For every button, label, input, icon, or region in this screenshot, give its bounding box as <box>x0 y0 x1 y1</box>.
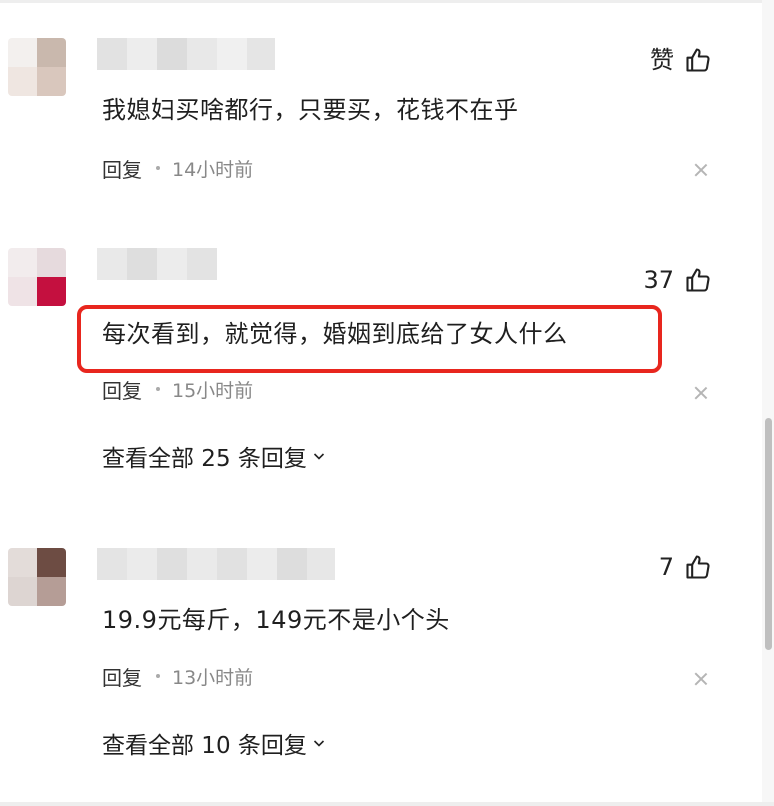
username-blurred[interactable] <box>97 248 217 280</box>
timestamp: 14小时前 <box>172 158 254 181</box>
separator-dot <box>156 674 160 678</box>
chevron-down-icon <box>313 740 324 747</box>
avatar[interactable] <box>8 548 66 606</box>
comment-meta: 回复 15小时前 <box>102 375 253 403</box>
thumbs-up-icon <box>686 48 710 72</box>
avatar[interactable] <box>8 248 66 306</box>
reply-button[interactable]: 回复 <box>102 154 142 183</box>
thumbs-up-icon <box>686 268 710 292</box>
view-all-replies-label: 查看全部 10 条回复 <box>102 733 307 759</box>
scrollbar-thumb[interactable] <box>765 418 772 650</box>
view-all-replies-button[interactable]: 查看全部 25 条回复 <box>102 439 325 473</box>
separator-dot <box>156 387 160 391</box>
like-button[interactable]: 7 <box>659 552 712 582</box>
view-all-replies-label: 查看全部 25 条回复 <box>102 446 307 472</box>
username-blurred[interactable] <box>97 548 335 580</box>
reply-button[interactable]: 回复 <box>102 375 142 404</box>
highlight-box <box>77 305 662 373</box>
like-count: 赞 <box>650 46 674 74</box>
view-all-replies-button[interactable]: 查看全部 10 条回复 <box>102 726 325 760</box>
comment-item: 赞 我媳妇买啥都行，只要买，花钱不在乎 回复 14小时前 <box>0 38 762 198</box>
comment-meta: 回复 14小时前 <box>102 154 253 182</box>
top-frame-line <box>0 0 774 3</box>
close-icon[interactable] <box>693 385 709 401</box>
like-count: 7 <box>658 553 674 581</box>
avatar[interactable] <box>8 38 66 96</box>
comment-text: 我媳妇买啥都行，只要买，花钱不在乎 <box>102 96 519 124</box>
like-button[interactable]: 37 <box>643 265 712 295</box>
close-icon[interactable] <box>693 162 709 178</box>
comment-meta: 回复 13小时前 <box>102 662 253 690</box>
chevron-down-icon <box>313 453 324 460</box>
timestamp: 13小时前 <box>172 666 254 689</box>
timestamp: 15小时前 <box>172 379 254 402</box>
reply-button[interactable]: 回复 <box>102 662 142 691</box>
scrollbar[interactable] <box>762 0 774 806</box>
close-icon[interactable] <box>693 671 709 687</box>
bottom-frame-line <box>0 802 774 806</box>
comment-item: 7 19.9元每斤，149元不是小个头 回复 13小时前 查看全部 10 条回复 <box>0 548 762 778</box>
separator-dot <box>156 166 160 170</box>
thumbs-up-icon <box>686 555 710 579</box>
like-button[interactable]: 赞 <box>650 45 712 75</box>
like-count: 37 <box>643 266 674 294</box>
username-blurred[interactable] <box>97 38 275 70</box>
comment-text: 19.9元每斤，149元不是小个头 <box>102 606 450 634</box>
